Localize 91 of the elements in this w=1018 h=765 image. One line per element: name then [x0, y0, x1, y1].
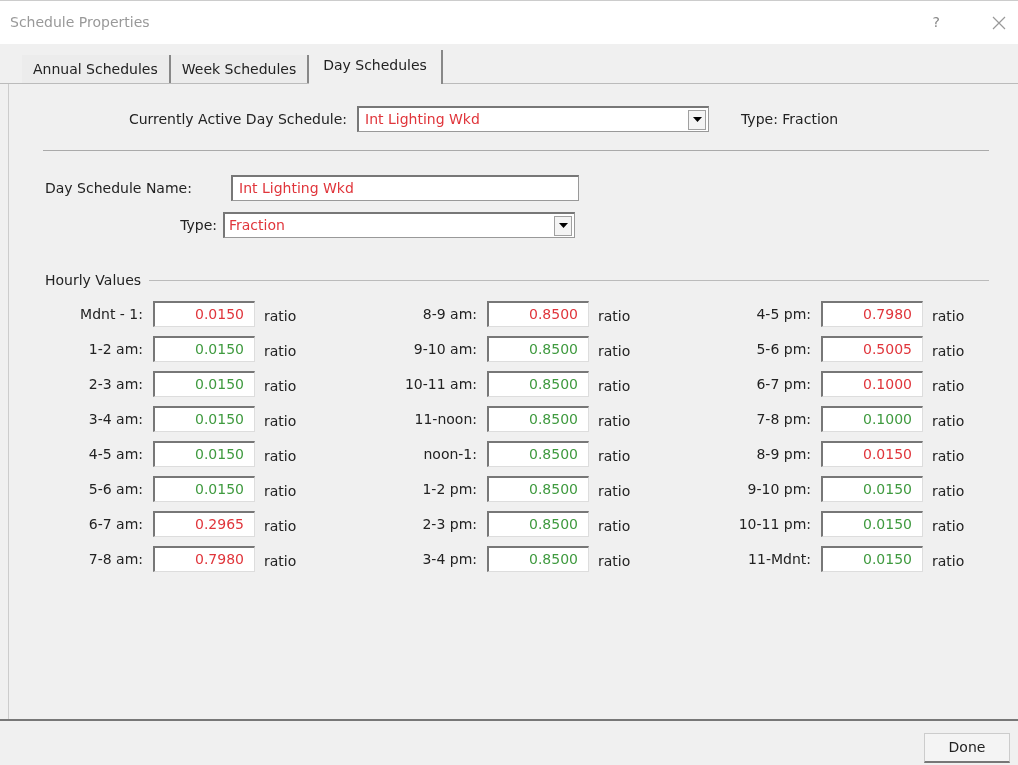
dropdown-button[interactable] — [554, 215, 572, 236]
hour-label: 2-3 pm: — [421, 514, 477, 534]
unit-label: ratio — [598, 446, 631, 466]
help-button[interactable]: ? — [932, 12, 940, 33]
value-field[interactable]: 0.8500 — [487, 546, 589, 572]
hour-label: Mdnt - 1: — [79, 304, 143, 324]
unit-label: ratio — [264, 446, 297, 466]
hour-label: 7-8 pm: — [755, 409, 811, 429]
hour-label: 5-6 am: — [87, 479, 143, 499]
type-indicator: Type: Fraction — [741, 109, 839, 129]
hour-label: 2-3 am: — [87, 374, 143, 394]
value-field[interactable]: 0.0150 — [821, 546, 923, 572]
hour-label: 9-10 am: — [412, 339, 477, 359]
hour-label: 11-noon: — [413, 409, 477, 429]
hour-label: 8-9 am: — [421, 304, 477, 324]
value-field[interactable]: 0.2965 — [153, 511, 255, 537]
unit-label: ratio — [932, 376, 965, 396]
unit-label: ratio — [598, 341, 631, 361]
unit-label: ratio — [264, 376, 297, 396]
unit-label: ratio — [932, 551, 965, 571]
window-title: Schedule Properties — [10, 13, 150, 32]
value-field[interactable]: 0.8500 — [487, 301, 589, 327]
field-label: Currently Active Day Schedule: — [127, 109, 348, 129]
value-field[interactable]: 0.8500 — [487, 406, 589, 432]
unit-label: ratio — [598, 551, 631, 571]
unit-label: ratio — [264, 411, 297, 431]
unit-label: ratio — [932, 481, 965, 501]
section-title: Hourly Values — [45, 271, 142, 290]
value-field[interactable]: 0.0150 — [153, 476, 255, 502]
name-field[interactable]: Int Lighting Wkd — [231, 175, 579, 201]
active-schedule-dropdown[interactable]: Int Lighting Wkd — [357, 106, 709, 132]
value-field[interactable]: 0.0150 — [153, 441, 255, 467]
tab[interactable]: Annual Schedules — [22, 55, 171, 83]
value-field[interactable]: 0.0150 — [153, 406, 255, 432]
hour-label: 6-7 am: — [87, 514, 143, 534]
value-field[interactable]: 0.7980 — [821, 301, 923, 327]
hour-label: 1-2 am: — [87, 339, 143, 359]
value-field[interactable]: 0.8500 — [487, 441, 589, 467]
value-field[interactable]: 0.1000 — [821, 406, 923, 432]
done-button[interactable]: Done — [924, 733, 1010, 763]
unit-label: ratio — [598, 481, 631, 501]
hour-label: 10-11 am: — [403, 374, 477, 394]
hour-label: 1-2 pm: — [421, 479, 477, 499]
hour-label: 11-Mdnt: — [747, 549, 811, 569]
value-field[interactable]: 0.0150 — [821, 476, 923, 502]
unit-label: ratio — [264, 306, 297, 326]
hour-label: 7-8 am: — [87, 549, 143, 569]
hour-label: 8-9 pm: — [755, 444, 811, 464]
unit-label: ratio — [598, 306, 631, 326]
unit-label: ratio — [264, 481, 297, 501]
field-label: Type: — [179, 215, 218, 235]
value-field[interactable]: 0.8500 — [487, 371, 589, 397]
caret-icon — [692, 117, 702, 122]
value-field[interactable]: 0.0150 — [821, 441, 923, 467]
value-field[interactable]: 0.0150 — [153, 301, 255, 327]
value-field[interactable]: 0.0150 — [153, 336, 255, 362]
value-field[interactable]: 0.8500 — [487, 511, 589, 537]
unit-label: ratio — [264, 551, 297, 571]
unit-label: ratio — [932, 516, 965, 536]
dropdown-button[interactable] — [688, 109, 706, 130]
unit-label: ratio — [598, 376, 631, 396]
tab[interactable]: Day Schedules — [309, 50, 443, 84]
hour-label: 3-4 am: — [87, 409, 143, 429]
unit-label: ratio — [264, 516, 297, 536]
hour-label: 6-7 pm: — [755, 374, 811, 394]
hour-label: 4-5 am: — [87, 444, 143, 464]
field-label: Day Schedule Name: — [45, 178, 193, 198]
unit-label: ratio — [932, 411, 965, 431]
close-icon[interactable] — [992, 15, 1006, 30]
unit-label: ratio — [932, 446, 965, 466]
hour-label: 4-5 pm: — [755, 304, 811, 324]
hour-label: 5-6 pm: — [755, 339, 811, 359]
unit-label: ratio — [598, 411, 631, 431]
hour-label: 9-10 pm: — [746, 479, 811, 499]
value-field[interactable]: 0.1000 — [821, 371, 923, 397]
unit-label: ratio — [264, 341, 297, 361]
unit-label: ratio — [932, 306, 965, 326]
value-field[interactable]: 0.0150 — [153, 371, 255, 397]
hour-label: 10-11 pm: — [737, 514, 811, 534]
tab[interactable]: Week Schedules — [170, 55, 310, 83]
value-field[interactable]: 0.8500 — [487, 476, 589, 502]
unit-label: ratio — [598, 516, 631, 536]
unit-label: ratio — [932, 341, 965, 361]
hour-label: 3-4 pm: — [421, 549, 477, 569]
value-field[interactable]: 0.7980 — [153, 546, 255, 572]
hour-label: noon-1: — [422, 444, 477, 464]
value-field[interactable]: 0.8500 — [487, 336, 589, 362]
value-field[interactable]: 0.5005 — [821, 336, 923, 362]
value-field[interactable]: 0.0150 — [821, 511, 923, 537]
type-dropdown[interactable]: Fraction — [223, 212, 575, 238]
caret-icon — [558, 223, 568, 228]
